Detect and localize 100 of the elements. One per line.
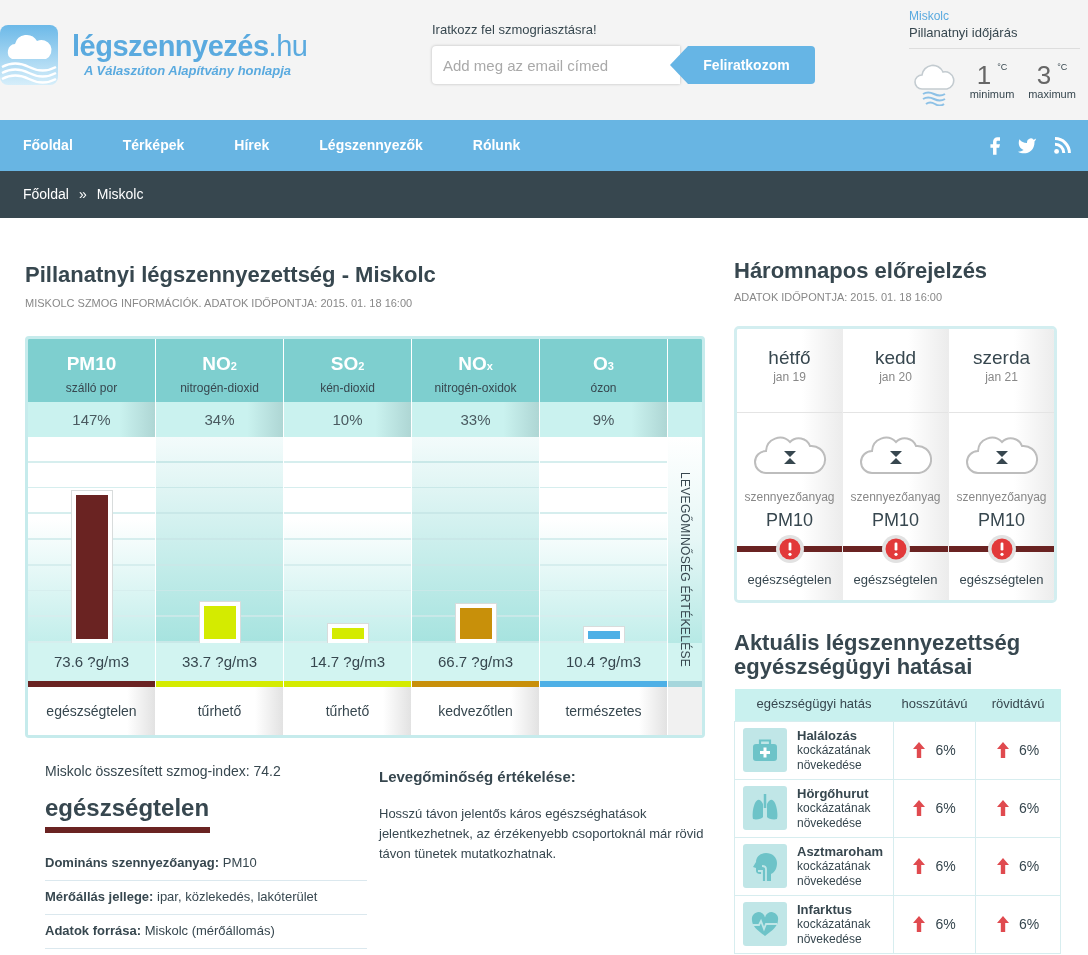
health-title: Aktuális légszennyezettség egyészségügyi hatásai [734, 631, 1022, 679]
nav-link[interactable]: Hírek [234, 136, 270, 155]
value-cell: 33.7 ?g/m3 [156, 643, 283, 681]
value-cell: 14.7 ?g/m3 [284, 643, 411, 681]
nav-link[interactable]: Főoldal [23, 136, 73, 155]
head-icon [743, 844, 787, 888]
temperature-unit: °C [997, 62, 1008, 72]
effect-description: kockázatának növekedése [797, 742, 872, 773]
breadcrumb-separator: » [78, 185, 87, 204]
smog-index-text: Miskolc összesített szmog-index: 74.2 [45, 762, 282, 780]
arrow-up-icon [913, 916, 926, 932]
temperature-value: 1 [976, 62, 992, 88]
day-name: szerda [972, 347, 1031, 369]
forecast-pollutant: PM10 [766, 509, 813, 531]
temperature-label: maximum [1027, 88, 1077, 101]
value-cell: 10.4 ?g/m3 [540, 643, 667, 681]
nav-link[interactable]: Térképek [122, 136, 185, 155]
effect-name: Halálozás [797, 727, 858, 743]
nav-link[interactable]: Légszennyezők [319, 136, 423, 155]
forecast-pollutant: PM10 [978, 509, 1025, 531]
assessment-title: Levegőminőség értékelése: [379, 768, 577, 786]
risk-percent: 6% [1018, 740, 1040, 760]
percent-cell: 9% [540, 402, 667, 437]
day-name: kedd [873, 347, 918, 369]
percent-cell: 10% [284, 402, 411, 437]
email-field[interactable]: Add meg az email címed [432, 46, 680, 84]
day-name: hétfő [767, 347, 812, 369]
percent-cell: 33% [412, 402, 539, 437]
alert-icon [775, 535, 804, 563]
percent-cell: 147% [28, 402, 155, 437]
rating-title: egészségtelen [45, 794, 211, 822]
risk-percent: 6% [1018, 914, 1040, 934]
arrow-up-icon [913, 858, 926, 874]
risk-percent: 6% [935, 798, 956, 818]
pollutant-label: szennyezőanyag [850, 490, 941, 505]
value-cell: 73.6 ?g/m3 [28, 643, 155, 681]
pollutant-name: nitrogén-oxidok [433, 380, 518, 396]
fog-cloud-icon [913, 62, 955, 106]
nav-link[interactable]: Rólunk [472, 136, 521, 155]
page-title: Pillanatnyi légszennyezettség - Miskolc [25, 262, 437, 288]
pollutant-label: szennyezőanyag [956, 490, 1047, 505]
effect-name: Hörgőhurut [797, 785, 870, 801]
arrow-up-icon [996, 916, 1009, 932]
facebook-icon[interactable] [990, 136, 1000, 155]
forecast-rating: egészségtelen [959, 571, 1044, 588]
side-label: LEVEGŐMINŐSÉG ÉRTÉKELÉSE [678, 472, 692, 668]
site-logo-text[interactable]: légszennyezés.hu [72, 29, 308, 63]
temperature-label: minimum [968, 88, 1016, 101]
fact-text: Mérőállás jellege: ipar, közlekedés, lakóterület [45, 881, 367, 915]
forecast-pollutant: PM10 [872, 509, 919, 531]
percent-cell: 34% [156, 402, 283, 437]
medkit-icon [743, 728, 787, 772]
pollutant-label: szennyezőanyag [744, 490, 835, 505]
forecast-rating: egészségtelen [747, 571, 832, 588]
day-date: jan 19 [772, 370, 807, 385]
effect-name: Infarktus [797, 901, 853, 917]
fact-text: Domináns szennyezőanyag: PM10 [45, 847, 367, 881]
forecast-title: Háromnapos előrejelzés [734, 258, 989, 284]
forecast-rating: egészségtelen [853, 571, 938, 588]
page-subtitle: MISKOLC SZMOG INFORMÁCIÓK. ADATOK IDŐPONTJA: 2015. 01. 18 16:00 [25, 297, 414, 310]
breadcrumb-current: Miskolc [96, 185, 144, 204]
temperature-value: 3 [1036, 62, 1052, 88]
pollutant-name: nitrogén-dioxid [179, 380, 260, 396]
heart-pulse-icon [743, 902, 787, 946]
alert-icon [881, 535, 910, 563]
weather-title: Pillanatnyi időjárás [909, 24, 1019, 41]
subscribe-label: Iratkozz fel szmogriasztásra! [432, 22, 598, 38]
arrow-up-icon [996, 800, 1009, 816]
city-name: Miskolc [909, 9, 950, 24]
risk-percent: 6% [935, 856, 956, 876]
breadcrumb-link[interactable]: Főoldal [23, 185, 69, 204]
column-header: rövidtávú [975, 689, 1061, 721]
rating-cell: egészségtelen [28, 687, 155, 735]
twitter-icon[interactable] [1017, 137, 1037, 154]
arrow-up-icon [913, 800, 926, 816]
effect-description: kockázatának növekedése [797, 858, 872, 889]
cloud-logo-icon[interactable] [0, 25, 58, 85]
effect-description: kockázatának növekedése [797, 800, 872, 831]
pollutant-symbol: PM10 [65, 352, 118, 376]
effect-description: kockázatának növekedése [797, 916, 872, 947]
pollutant-name: szálló por [64, 380, 119, 396]
logo-tagline: A Válaszúton Alapítvány honlapja [84, 63, 293, 79]
day-date: jan 21 [984, 370, 1019, 385]
lungs-icon [743, 786, 787, 830]
arrow-up-icon [996, 742, 1009, 758]
risk-percent: 6% [935, 740, 956, 760]
forecast-subtitle: ADATOK IDŐPONTJA: 2015. 01. 18 16:00 [734, 291, 944, 304]
column-header: egészségügyi hatás [734, 689, 894, 721]
pollutant-name: ózon [589, 380, 618, 396]
risk-percent: 6% [1018, 856, 1040, 876]
risk-percent: 6% [935, 914, 956, 934]
day-date: jan 20 [878, 370, 913, 385]
temperature-unit: °C [1057, 62, 1068, 72]
arrow-up-icon [913, 742, 926, 758]
column-header: hosszútávú [893, 689, 976, 721]
subscribe-button[interactable]: Feliratkozom [670, 46, 815, 84]
rss-icon[interactable] [1054, 137, 1071, 154]
fact-text: Adatok forrása: Miskolc (mérőállomás) [45, 915, 367, 949]
arrow-up-icon [996, 858, 1009, 874]
risk-percent: 6% [1018, 798, 1040, 818]
